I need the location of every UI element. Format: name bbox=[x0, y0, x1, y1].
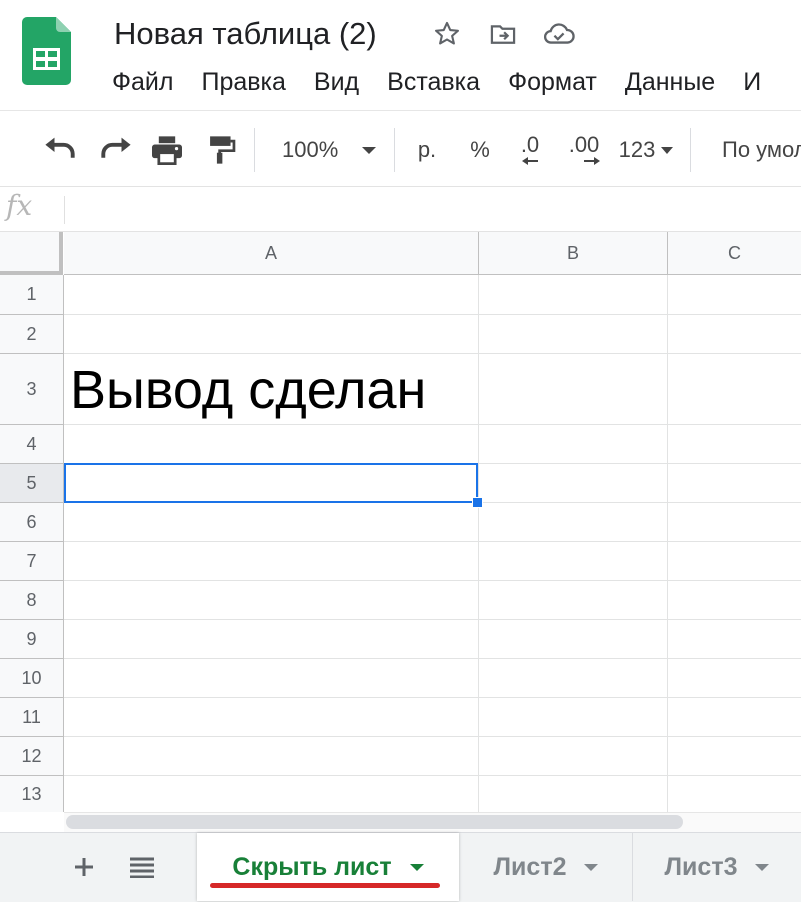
toolbar-separator bbox=[254, 128, 255, 172]
chevron-down-icon bbox=[362, 146, 377, 154]
annotation-underline bbox=[210, 883, 440, 888]
more-formats-button[interactable]: 123 bbox=[614, 130, 678, 170]
menu-file[interactable]: Файл bbox=[112, 64, 173, 100]
gridline bbox=[64, 619, 801, 620]
row-header-5[interactable]: 5 bbox=[0, 464, 64, 503]
plus-icon[interactable] bbox=[64, 848, 104, 886]
menu-insert[interactable]: Вставка bbox=[387, 64, 480, 100]
print-icon[interactable] bbox=[148, 130, 186, 170]
font-select[interactable]: По умол bbox=[722, 130, 801, 170]
all-sheets-icon[interactable] bbox=[122, 848, 162, 886]
cell-a3[interactable]: Вывод сделан bbox=[70, 355, 426, 425]
toolbar-separator bbox=[394, 128, 395, 172]
currency-format-button[interactable]: р. bbox=[408, 130, 446, 170]
menu-data[interactable]: Данные bbox=[625, 64, 715, 100]
sheet-tab-list3[interactable]: Лист3 bbox=[633, 833, 801, 901]
chevron-down-icon bbox=[661, 146, 674, 154]
paint-format-icon[interactable] bbox=[202, 130, 240, 170]
menu-tools[interactable]: И bbox=[743, 64, 761, 100]
star-icon[interactable] bbox=[431, 18, 463, 50]
sheet-tab-active[interactable]: Скрыть лист bbox=[197, 833, 459, 901]
chevron-down-icon bbox=[755, 863, 770, 871]
redo-icon[interactable] bbox=[96, 130, 134, 170]
zoom-value: 100% bbox=[282, 137, 339, 162]
sheets-logo-icon[interactable] bbox=[22, 17, 71, 85]
row-header-11[interactable]: 11 bbox=[0, 698, 64, 737]
gridline bbox=[64, 314, 801, 315]
gridline bbox=[64, 775, 801, 776]
gridline bbox=[64, 697, 801, 698]
percent-format-button[interactable]: % bbox=[462, 130, 498, 170]
column-header-b[interactable]: B bbox=[479, 232, 668, 275]
row-header-3[interactable]: 3 bbox=[0, 354, 64, 425]
select-all-corner[interactable] bbox=[0, 232, 63, 275]
row-header-8[interactable]: 8 bbox=[0, 581, 64, 620]
gridline bbox=[64, 541, 801, 542]
sheet-tab-label: Скрыть лист bbox=[232, 852, 392, 881]
gridline bbox=[667, 275, 668, 812]
fx-icon: fx bbox=[6, 189, 33, 222]
gridline bbox=[64, 736, 801, 737]
menu-bar: Файл Правка Вид Вставка Формат Данные И bbox=[112, 64, 789, 100]
increase-decimals-button[interactable]: .00 bbox=[562, 130, 606, 170]
sheet-tab-label: Лист2 bbox=[493, 852, 567, 881]
menu-edit[interactable]: Правка bbox=[201, 64, 285, 100]
chevron-down-icon bbox=[409, 863, 424, 871]
row-header-2[interactable]: 2 bbox=[0, 315, 64, 354]
toolbar-divider bbox=[0, 110, 801, 111]
column-header-a[interactable]: A bbox=[64, 232, 479, 275]
arrow-left-icon bbox=[522, 157, 538, 165]
formula-input[interactable] bbox=[74, 190, 794, 228]
horizontal-scrollbar-thumb[interactable] bbox=[66, 815, 683, 829]
formula-bar-separator bbox=[64, 196, 65, 224]
sheet-tab-label: Лист3 bbox=[664, 852, 738, 881]
menu-format[interactable]: Формат bbox=[508, 64, 597, 100]
row-header-7[interactable]: 7 bbox=[0, 542, 64, 581]
column-header-c[interactable]: C bbox=[668, 232, 801, 275]
row-header-10[interactable]: 10 bbox=[0, 659, 64, 698]
row-header-1[interactable]: 1 bbox=[0, 275, 64, 315]
chevron-down-icon bbox=[584, 863, 599, 871]
selected-cell-a5[interactable] bbox=[64, 463, 478, 503]
row-header-6[interactable]: 6 bbox=[0, 503, 64, 542]
document-title[interactable]: Новая таблица (2) bbox=[114, 14, 377, 54]
zoom-select[interactable]: 100% bbox=[272, 130, 382, 170]
fill-handle[interactable] bbox=[472, 497, 483, 508]
row-header-12[interactable]: 12 bbox=[0, 737, 64, 776]
row-header-13[interactable]: 13 bbox=[0, 776, 64, 812]
sheet-tab-list2[interactable]: Лист2 bbox=[460, 833, 632, 901]
gridline bbox=[64, 658, 801, 659]
decrease-decimals-button[interactable]: .0 bbox=[510, 130, 550, 170]
move-to-folder-icon[interactable] bbox=[487, 18, 519, 50]
toolbar-separator bbox=[690, 128, 691, 172]
gridline bbox=[478, 275, 479, 812]
menu-view[interactable]: Вид bbox=[314, 64, 359, 100]
row-header-9[interactable]: 9 bbox=[0, 620, 64, 659]
cloud-status-icon[interactable] bbox=[543, 18, 575, 50]
arrow-right-icon bbox=[584, 157, 600, 165]
undo-icon[interactable] bbox=[42, 130, 80, 170]
row-header-4[interactable]: 4 bbox=[0, 425, 64, 464]
gridline bbox=[64, 580, 801, 581]
gridline bbox=[64, 353, 801, 354]
